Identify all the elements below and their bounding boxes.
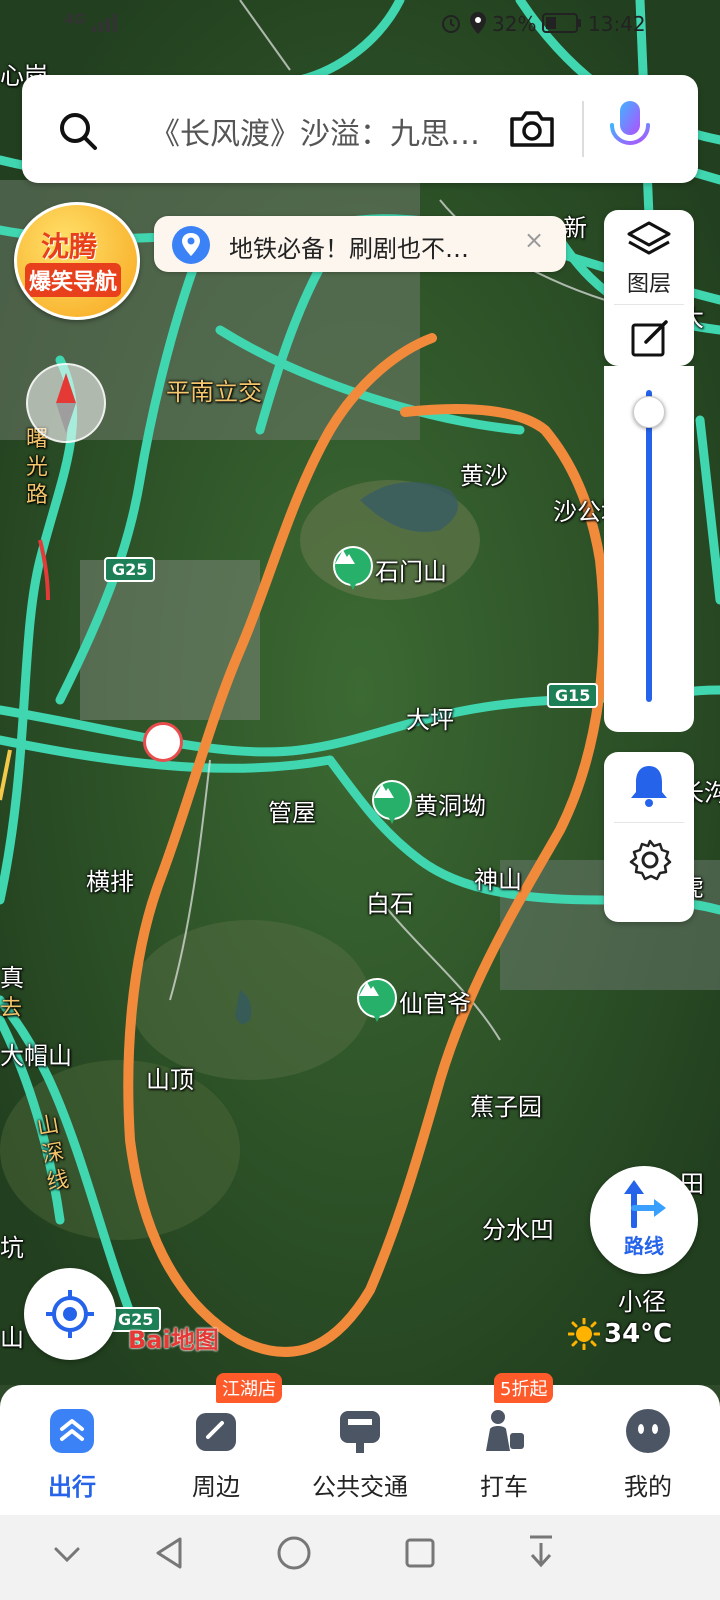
place-label: 蕉子园 (470, 1093, 542, 1121)
search-icon (60, 113, 97, 150)
highway-shield: G25 (104, 557, 156, 582)
battery-percent: 32% (492, 12, 537, 36)
sun-icon (568, 1318, 600, 1350)
zoom-slider[interactable] (604, 366, 694, 732)
taxi-person-icon (486, 1410, 524, 1451)
promo-subtitle: 爆笑导航 (25, 263, 122, 297)
camera-icon[interactable] (508, 109, 556, 149)
home-icon[interactable] (276, 1535, 312, 1571)
layers-icon[interactable] (626, 220, 672, 260)
tab-nearby[interactable]: 江湖店 周边 (144, 1373, 288, 1515)
route-label: 路线 (624, 1234, 664, 1258)
crosshair-icon (46, 1290, 94, 1338)
place-label: 坑 (0, 1234, 24, 1262)
notification-pulldown-icon[interactable] (524, 1533, 558, 1573)
route-arrow-icon (624, 1180, 666, 1228)
poi-label: 仙官爷 (399, 989, 471, 1018)
place-label: 去 (0, 996, 23, 1021)
zoom-handle[interactable] (633, 396, 665, 429)
clock: 13:42 (588, 12, 646, 36)
tab-taxi[interactable]: 5折起 打车 (432, 1373, 576, 1515)
travel-icon (50, 1409, 94, 1453)
place-label: 白石 (366, 890, 414, 918)
signal-icon (92, 14, 117, 32)
tip-text: 地铁必备！刷剧也不… (229, 235, 469, 263)
edit-icon[interactable] (630, 318, 670, 358)
divider (614, 822, 684, 823)
tab-travel[interactable]: 出行 (0, 1385, 144, 1515)
search-input[interactable]: 《长风渡》沙溢：九思… (150, 109, 480, 153)
highway-shield: G15 (547, 683, 599, 708)
place-label: 黄沙 (460, 462, 508, 490)
tab-profile[interactable]: 我的 (576, 1385, 720, 1515)
place-label: 分水凹 (482, 1216, 554, 1244)
place-label: 小径 (618, 1288, 666, 1316)
place-label: 横排 (86, 868, 134, 896)
bus-icon (340, 1411, 380, 1453)
my-location-button[interactable] (24, 1268, 116, 1360)
status-bar: 4G 32% 13:42 (0, 0, 720, 48)
voice-input-icon[interactable] (608, 99, 652, 159)
route-button[interactable]: 路线 (590, 1166, 698, 1274)
place-label: 大帽山 (0, 1042, 72, 1070)
tip-banner[interactable]: 地铁必备！刷剧也不… × (154, 216, 566, 272)
promo-title: 沈腾 (41, 230, 98, 263)
place-label: 山顶 (146, 1066, 194, 1094)
temperature: 34°C (604, 1319, 673, 1349)
taxi-badge: 5折起 (494, 1373, 554, 1403)
divider (614, 304, 684, 305)
zoom-track (646, 390, 652, 702)
notification-bell-icon[interactable] (628, 762, 670, 810)
map-logo: Bai地图 (128, 1320, 219, 1355)
settings-gear-icon[interactable] (628, 838, 672, 882)
map-tools-panel: 图层 (604, 210, 694, 366)
place-label: 大坪 (406, 706, 454, 734)
place-label: 新 (563, 214, 587, 242)
poi-label: 黄洞坳 (414, 791, 486, 820)
fuel-station-icon[interactable] (143, 722, 183, 762)
nearby-icon (196, 1413, 236, 1451)
location-icon (470, 12, 486, 34)
place-label: 神山 (474, 866, 522, 894)
layers-label: 图层 (626, 272, 671, 297)
place-label: 真 (0, 964, 24, 992)
network-type: 4G (64, 12, 86, 28)
poi-huangdongao[interactable]: 黄洞坳 (372, 780, 486, 826)
bottom-tab-bar: 出行 江湖店 周边 公共交通 5折起 打车 我的 (0, 1373, 720, 1515)
profile-icon (626, 1409, 670, 1453)
mountain-icon (333, 546, 373, 592)
search-bar[interactable]: 《长风渡》沙溢：九思… (22, 75, 698, 183)
tab-label: 打车 (480, 1473, 528, 1501)
recents-icon[interactable] (404, 1537, 436, 1569)
alarm-icon (442, 15, 460, 33)
tab-label: 公共交通 (312, 1473, 408, 1501)
logo-text: Bai地图 (128, 1326, 219, 1354)
location-pin-icon (172, 226, 210, 264)
weather-widget[interactable]: 34°C (568, 1318, 672, 1350)
promo-badge[interactable]: 沈腾 爆笑导航 (14, 202, 140, 320)
place-label: 管屋 (268, 799, 316, 827)
tab-public-transit[interactable]: 公共交通 (288, 1385, 432, 1515)
divider (582, 101, 584, 157)
battery-icon (542, 13, 581, 33)
compass-needle-icon (56, 373, 76, 433)
nearby-badge: 江湖店 (216, 1373, 282, 1403)
chevron-down-icon[interactable] (52, 1539, 82, 1569)
back-icon[interactable] (152, 1535, 186, 1571)
system-nav-bar (0, 1515, 720, 1600)
map-tools-panel-lower (604, 752, 694, 922)
tab-label: 我的 (624, 1473, 672, 1501)
mountain-icon (357, 978, 397, 1024)
mountain-icon (372, 780, 412, 826)
tab-label: 周边 (192, 1473, 240, 1501)
place-label: 山 (0, 1324, 24, 1352)
compass-button[interactable] (26, 363, 106, 443)
poi-xianguanye[interactable]: 仙官爷 (357, 978, 471, 1024)
poi-label: 石门山 (375, 557, 447, 586)
tab-label: 出行 (48, 1473, 96, 1501)
close-icon[interactable]: × (524, 226, 544, 254)
poi-shimenshan[interactable]: 石门山 (333, 546, 447, 592)
place-label: 平南立交 (166, 378, 262, 406)
